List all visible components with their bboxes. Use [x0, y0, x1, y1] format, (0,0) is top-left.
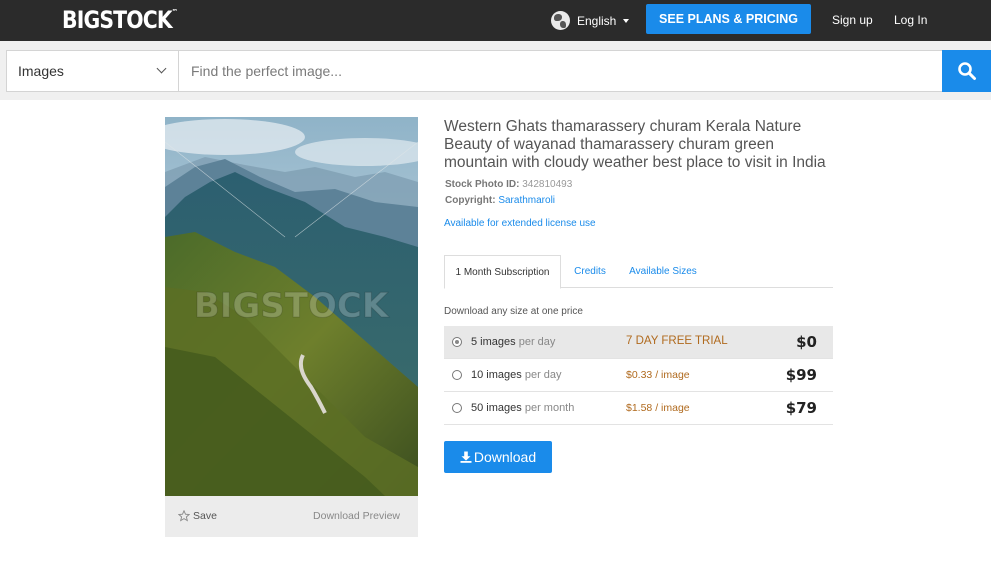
id-value: 342810493 — [522, 179, 573, 190]
download-preview-link[interactable]: Download Preview — [313, 510, 400, 522]
tab-available-sizes[interactable]: Available Sizes — [622, 255, 704, 288]
language-selector[interactable]: English — [551, 11, 630, 30]
copyright-info: Copyright: Sarathmaroli — [445, 195, 555, 206]
copyright-link[interactable]: Sarathmaroli — [498, 195, 555, 206]
plan-unit: per month — [524, 402, 575, 414]
photo-preview[interactable]: BIGSTOCK — [165, 117, 418, 496]
watermark-text: BIGSTOCK — [194, 286, 390, 326]
plan-unit: per day — [518, 336, 556, 348]
sign-up-link[interactable]: Sign up — [832, 13, 873, 27]
bigstock-logo[interactable]: BIGSTOCK™ — [62, 6, 178, 34]
search-section: Images — [0, 41, 991, 100]
download-label: Download — [473, 449, 537, 465]
plan-radio[interactable] — [452, 403, 462, 413]
plan-list: 5 images per day 7 DAY FREE TRIAL $0 10 … — [444, 326, 833, 425]
plan-count: 5 images — [471, 336, 516, 348]
log-in-link[interactable]: Log In — [894, 13, 927, 27]
plan-quantity: 5 images per day — [471, 336, 555, 348]
extended-license-link[interactable]: Available for extended license use — [444, 218, 596, 229]
plan-quantity: 50 images per month — [471, 402, 574, 414]
top-navigation-bar: BIGSTOCK™ English SEE PLANS & PRICING Si… — [0, 0, 991, 41]
category-dropdown[interactable]: Images — [7, 51, 179, 91]
star-icon — [178, 510, 190, 522]
see-plans-button[interactable]: SEE PLANS & PRICING — [646, 4, 811, 34]
chevron-down-icon — [156, 63, 167, 74]
license-tabs: 1 Month Subscription Credits Available S… — [444, 255, 833, 289]
logo-trademark: ™ — [171, 8, 178, 16]
plan-count: 50 images — [471, 402, 522, 414]
tab-1-month-subscription[interactable]: 1 Month Subscription — [444, 255, 561, 289]
caret-down-icon — [623, 18, 630, 23]
plan-row[interactable]: 5 images per day 7 DAY FREE TRIAL $0 — [444, 326, 833, 359]
tab-credits[interactable]: Credits — [562, 255, 618, 288]
plan-rate: $0.33 / image — [626, 369, 690, 381]
photo-title: Western Ghats thamarassery churam Kerala… — [444, 118, 826, 171]
preview-footer: Save Download Preview — [165, 496, 418, 537]
plan-radio[interactable] — [452, 370, 462, 380]
save-label: Save — [193, 510, 217, 522]
stock-photo-id: Stock Photo ID: 342810493 — [445, 179, 572, 190]
download-button[interactable]: Download — [444, 441, 552, 473]
language-label: English — [577, 13, 617, 28]
plan-row[interactable]: 10 images per day $0.33 / image $99 — [444, 359, 833, 392]
plan-total: $99 — [785, 366, 817, 384]
plan-count: 10 images — [471, 369, 522, 381]
plan-rate: 7 DAY FREE TRIAL — [626, 335, 728, 347]
plan-quantity: 10 images per day — [471, 369, 562, 381]
plan-unit: per day — [524, 369, 562, 381]
search-input[interactable] — [180, 51, 942, 91]
plan-total: $0 — [796, 333, 817, 351]
plan-radio[interactable] — [452, 337, 462, 347]
globe-icon — [551, 11, 570, 30]
id-label: Stock Photo ID: — [445, 179, 520, 190]
category-value: Images — [18, 63, 64, 79]
logo-text: BIGSTOCK — [62, 6, 173, 34]
copyright-label: Copyright: — [445, 195, 496, 206]
download-icon — [460, 451, 472, 463]
pricing-intro: Download any size at one price — [444, 306, 583, 317]
search-button[interactable] — [942, 50, 991, 92]
save-button[interactable]: Save — [178, 510, 217, 522]
search-icon — [957, 62, 976, 80]
plan-total: $79 — [785, 399, 817, 417]
plan-row[interactable]: 50 images per month $1.58 / image $79 — [444, 392, 833, 425]
search-box: Images — [6, 50, 991, 92]
plan-rate: $1.58 / image — [626, 402, 690, 414]
